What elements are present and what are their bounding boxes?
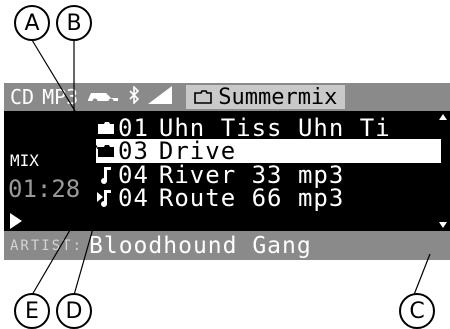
callout-leaders <box>31 39 431 311</box>
callout-d: D <box>56 293 92 329</box>
callout-e: E <box>14 293 50 329</box>
callout-a: A <box>14 5 50 41</box>
callout-c: C <box>399 293 435 329</box>
callout-b: B <box>56 5 92 41</box>
